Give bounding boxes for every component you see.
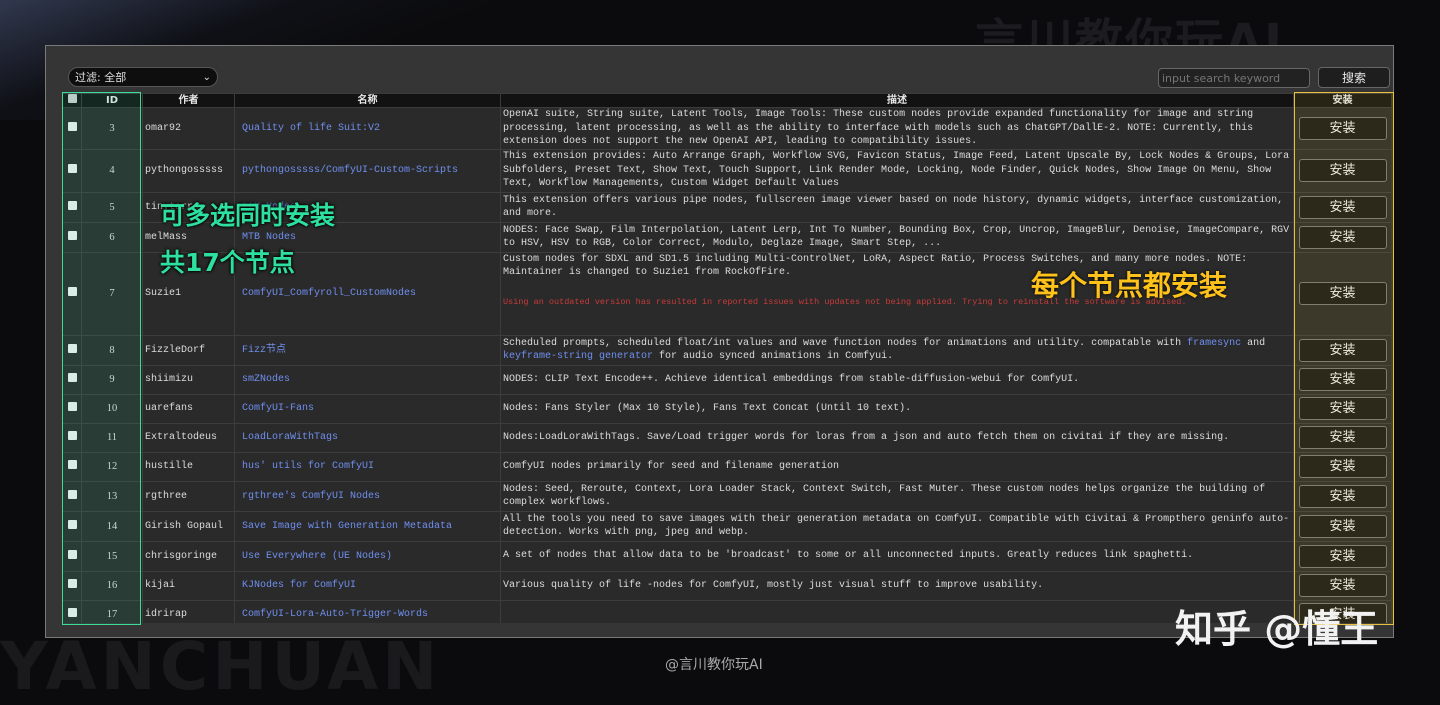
row-node-name-link[interactable]: Fizz节点 xyxy=(234,334,501,366)
filter-select-label: 过滤: 全部 xyxy=(75,71,127,84)
keyframe-string-generator-link[interactable]: keyframe-string generator xyxy=(503,351,653,362)
row-author: pythongosssss xyxy=(142,148,235,193)
row-description-part: and xyxy=(1241,337,1266,349)
install-column-highlight xyxy=(1294,92,1394,625)
row-node-name-link[interactable]: ComfyUI-Fans xyxy=(234,393,501,424)
search-input[interactable] xyxy=(1158,68,1310,88)
header-description: 描述 xyxy=(500,93,1294,108)
row-description: This extension offers various pipe nodes… xyxy=(500,191,1294,223)
table-row: 9 shiimizu smZNodes NODES: CLIP Text Enc… xyxy=(62,364,1391,395)
row-description: Various quality of life -nodes for Comfy… xyxy=(500,570,1294,601)
table-row: 14 Girish Gopaul Save Image with Generat… xyxy=(62,510,1391,542)
row-node-name-link[interactable]: Quality of life Suit:V2 xyxy=(234,107,501,150)
row-author: hustille xyxy=(142,451,235,482)
row-node-name-link[interactable]: Use Everywhere (UE Nodes) xyxy=(234,540,501,572)
table-row: 11 Extraltodeus LoadLoraWithTags Nodes:L… xyxy=(62,422,1391,453)
row-description: ComfyUI nodes primarily for seed and fil… xyxy=(500,451,1294,482)
table-row: 4 pythongosssss pythongosssss/ComfyUI-Cu… xyxy=(62,148,1391,193)
backdrop-brand-text: YANCHUAN xyxy=(0,628,442,705)
row-description: Nodes: Seed, Reroute, Context, Lora Load… xyxy=(500,480,1294,512)
row-node-name-link[interactable]: LoadLoraWithTags xyxy=(234,422,501,453)
row-node-name-link[interactable]: hus' utils for ComfyUI xyxy=(234,451,501,482)
header-name: 名称 xyxy=(234,93,501,108)
table-row: 10 uarefans ComfyUI-Fans Nodes: Fans Sty… xyxy=(62,393,1391,424)
row-author: Extraltodeus xyxy=(142,422,235,453)
row-description-part: for audio synced animations in Comfyui. xyxy=(653,351,894,362)
row-description: All the tools you need to save images wi… xyxy=(500,510,1294,542)
row-description: OpenAI suite, String suite, Latent Tools… xyxy=(500,107,1294,150)
chevron-down-icon: ⌄ xyxy=(202,72,211,83)
install-each-annotation: 每个节点都安装 xyxy=(1031,269,1228,302)
row-author: chrisgoringe xyxy=(142,540,235,572)
filter-select[interactable]: 过滤: 全部 ⌄ xyxy=(68,67,218,87)
row-author: Girish Gopaul xyxy=(142,510,235,542)
row-description: A set of nodes that allow data to be 'br… xyxy=(500,540,1294,572)
row-description-part: Scheduled prompts, scheduled float/int v… xyxy=(503,337,1188,349)
row-description-cell: Scheduled prompts, scheduled float/int v… xyxy=(500,334,1294,366)
table-header-row: ID 作者 名称 描述 安装 xyxy=(62,93,1391,108)
zhihu-watermark: 知乎 @懂王 xyxy=(1175,607,1379,651)
row-node-name-link[interactable]: KJNodes for ComfyUI xyxy=(234,570,501,601)
row-author: FizzleDorf xyxy=(142,334,235,366)
row-node-name-link[interactable]: smZNodes xyxy=(234,364,501,395)
row-node-name-link[interactable]: Save Image with Generation Metadata xyxy=(234,510,501,542)
table-row: 3 omar92 Quality of life Suit:V2 OpenAI … xyxy=(62,107,1391,150)
row-node-name-link[interactable]: ComfyUI-Lora-Auto-Trigger-Words xyxy=(234,599,501,623)
custom-nodes-manager-dialog: 过滤: 全部 ⌄ 搜索 ID 作者 名称 描述 安装 xyxy=(45,45,1394,638)
row-node-name-link[interactable]: rgthree's ComfyUI Nodes xyxy=(234,480,501,512)
row-description: Nodes:LoadLoraWithTags. Save/Load trigge… xyxy=(500,422,1294,453)
table-row: 8 FizzleDorf Fizz节点 Scheduled prompts, s… xyxy=(62,334,1391,366)
table-row: 13 rgthree rgthree's ComfyUI Nodes Nodes… xyxy=(62,480,1391,512)
node-list-table-container[interactable]: ID 作者 名称 描述 安装 3 omar92 Quality of life … xyxy=(62,93,1391,623)
table-row: 15 chrisgoringe Use Everywhere (UE Nodes… xyxy=(62,540,1391,572)
row-description: NODES: CLIP Text Encode++. Achieve ident… xyxy=(500,364,1294,395)
row-author: kijai xyxy=(142,570,235,601)
search-button[interactable]: 搜索 xyxy=(1318,67,1390,88)
row-node-name-link[interactable]: pythongosssss/ComfyUI-Custom-Scripts xyxy=(234,148,501,193)
row-author: shiimizu xyxy=(142,364,235,395)
node-list-table: ID 作者 名称 描述 安装 3 omar92 Quality of life … xyxy=(62,93,1391,623)
row-author: rgthree xyxy=(142,480,235,512)
multi-select-annotation: 可多选同时安装 xyxy=(160,201,336,230)
table-row: 12 hustille hus' utils for ComfyUI Comfy… xyxy=(62,451,1391,482)
row-description: This extension provides: Auto Arrange Gr… xyxy=(500,148,1294,193)
row-description: NODES: Face Swap, Film Interpolation, La… xyxy=(500,221,1294,253)
row-author: omar92 xyxy=(142,107,235,150)
table-row: 16 kijai KJNodes for ComfyUI Various qua… xyxy=(62,570,1391,601)
checkbox-column-highlight xyxy=(62,92,141,625)
author-watermark: @言川教你玩AI xyxy=(665,657,763,673)
row-author: idrirap xyxy=(142,599,235,623)
row-description: Nodes: Fans Styler (Max 10 Style), Fans … xyxy=(500,393,1294,424)
node-count-annotation: 共17个节点 xyxy=(160,248,295,277)
header-author: 作者 xyxy=(142,93,235,108)
framesync-link[interactable]: framesync xyxy=(1187,338,1241,349)
row-author: uarefans xyxy=(142,393,235,424)
